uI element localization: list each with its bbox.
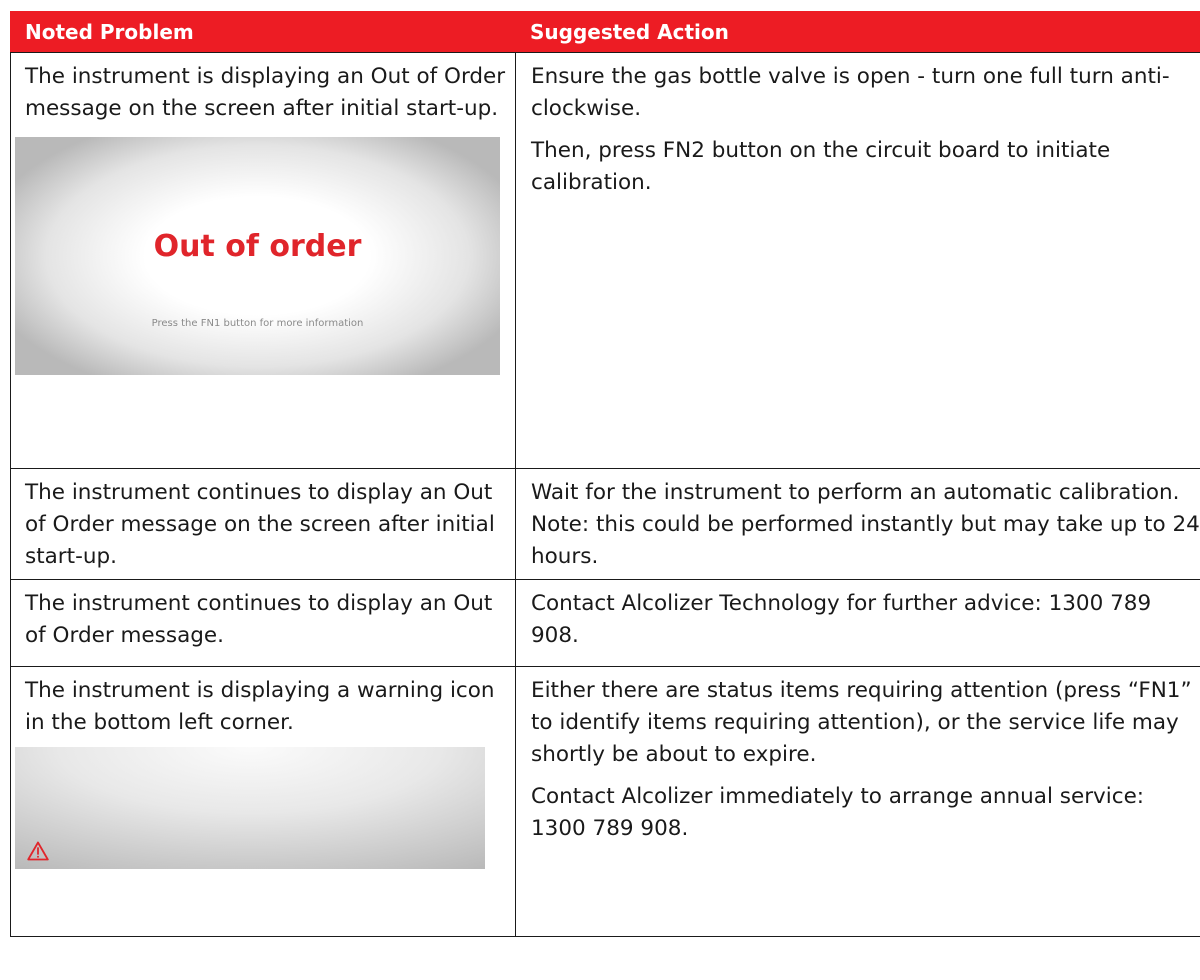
problem-text: The instrument is displaying an Out of O… — [25, 64, 506, 121]
out-of-order-screen-image: Out of order Press the FN1 button for mo… — [15, 137, 500, 375]
problem-cell: The instrument is displaying a warning i… — [10, 666, 516, 937]
out-of-order-title: Out of order — [153, 229, 362, 264]
header-noted-problem: Noted Problem — [10, 11, 516, 53]
action-cell: Either there are status items requiring … — [515, 666, 1200, 937]
action-text: Wait for the instrument to perform an au… — [531, 480, 1200, 569]
problem-text: The instrument continues to display an O… — [25, 591, 493, 648]
action-text: Contact Alcolizer Technology for further… — [531, 591, 1152, 648]
action-text: Then, press FN2 button on the circuit bo… — [531, 138, 1111, 195]
table-header-row: Noted Problem Suggested Action — [10, 11, 1200, 53]
warning-screen-image — [15, 747, 485, 869]
table-row: The instrument continues to display an O… — [10, 579, 1200, 667]
action-text: Either there are status items requiring … — [531, 678, 1192, 767]
problem-text: The instrument is displaying a warning i… — [25, 678, 495, 735]
table-row: The instrument is displaying an Out of O… — [10, 52, 1200, 469]
action-text: Ensure the gas bottle valve is open - tu… — [531, 64, 1170, 121]
warning-triangle-icon — [27, 841, 49, 861]
action-cell: Wait for the instrument to perform an au… — [515, 468, 1200, 580]
troubleshooting-table-container: Noted Problem Suggested Action The instr… — [10, 11, 1200, 937]
troubleshooting-table: Noted Problem Suggested Action The instr… — [10, 11, 1200, 937]
table-row: The instrument continues to display an O… — [10, 468, 1200, 580]
problem-cell: The instrument continues to display an O… — [10, 468, 516, 580]
table-row: The instrument is displaying a warning i… — [10, 666, 1200, 937]
problem-text: The instrument continues to display an O… — [25, 480, 495, 569]
problem-cell: The instrument is displaying an Out of O… — [10, 52, 516, 469]
out-of-order-subtitle: Press the FN1 button for more informatio… — [151, 318, 364, 329]
action-cell: Ensure the gas bottle valve is open - tu… — [515, 52, 1200, 469]
problem-cell: The instrument continues to display an O… — [10, 579, 516, 667]
action-cell: Contact Alcolizer Technology for further… — [515, 579, 1200, 667]
action-text: Contact Alcolizer immediately to arrange… — [531, 784, 1145, 841]
header-suggested-action: Suggested Action — [515, 11, 1200, 53]
